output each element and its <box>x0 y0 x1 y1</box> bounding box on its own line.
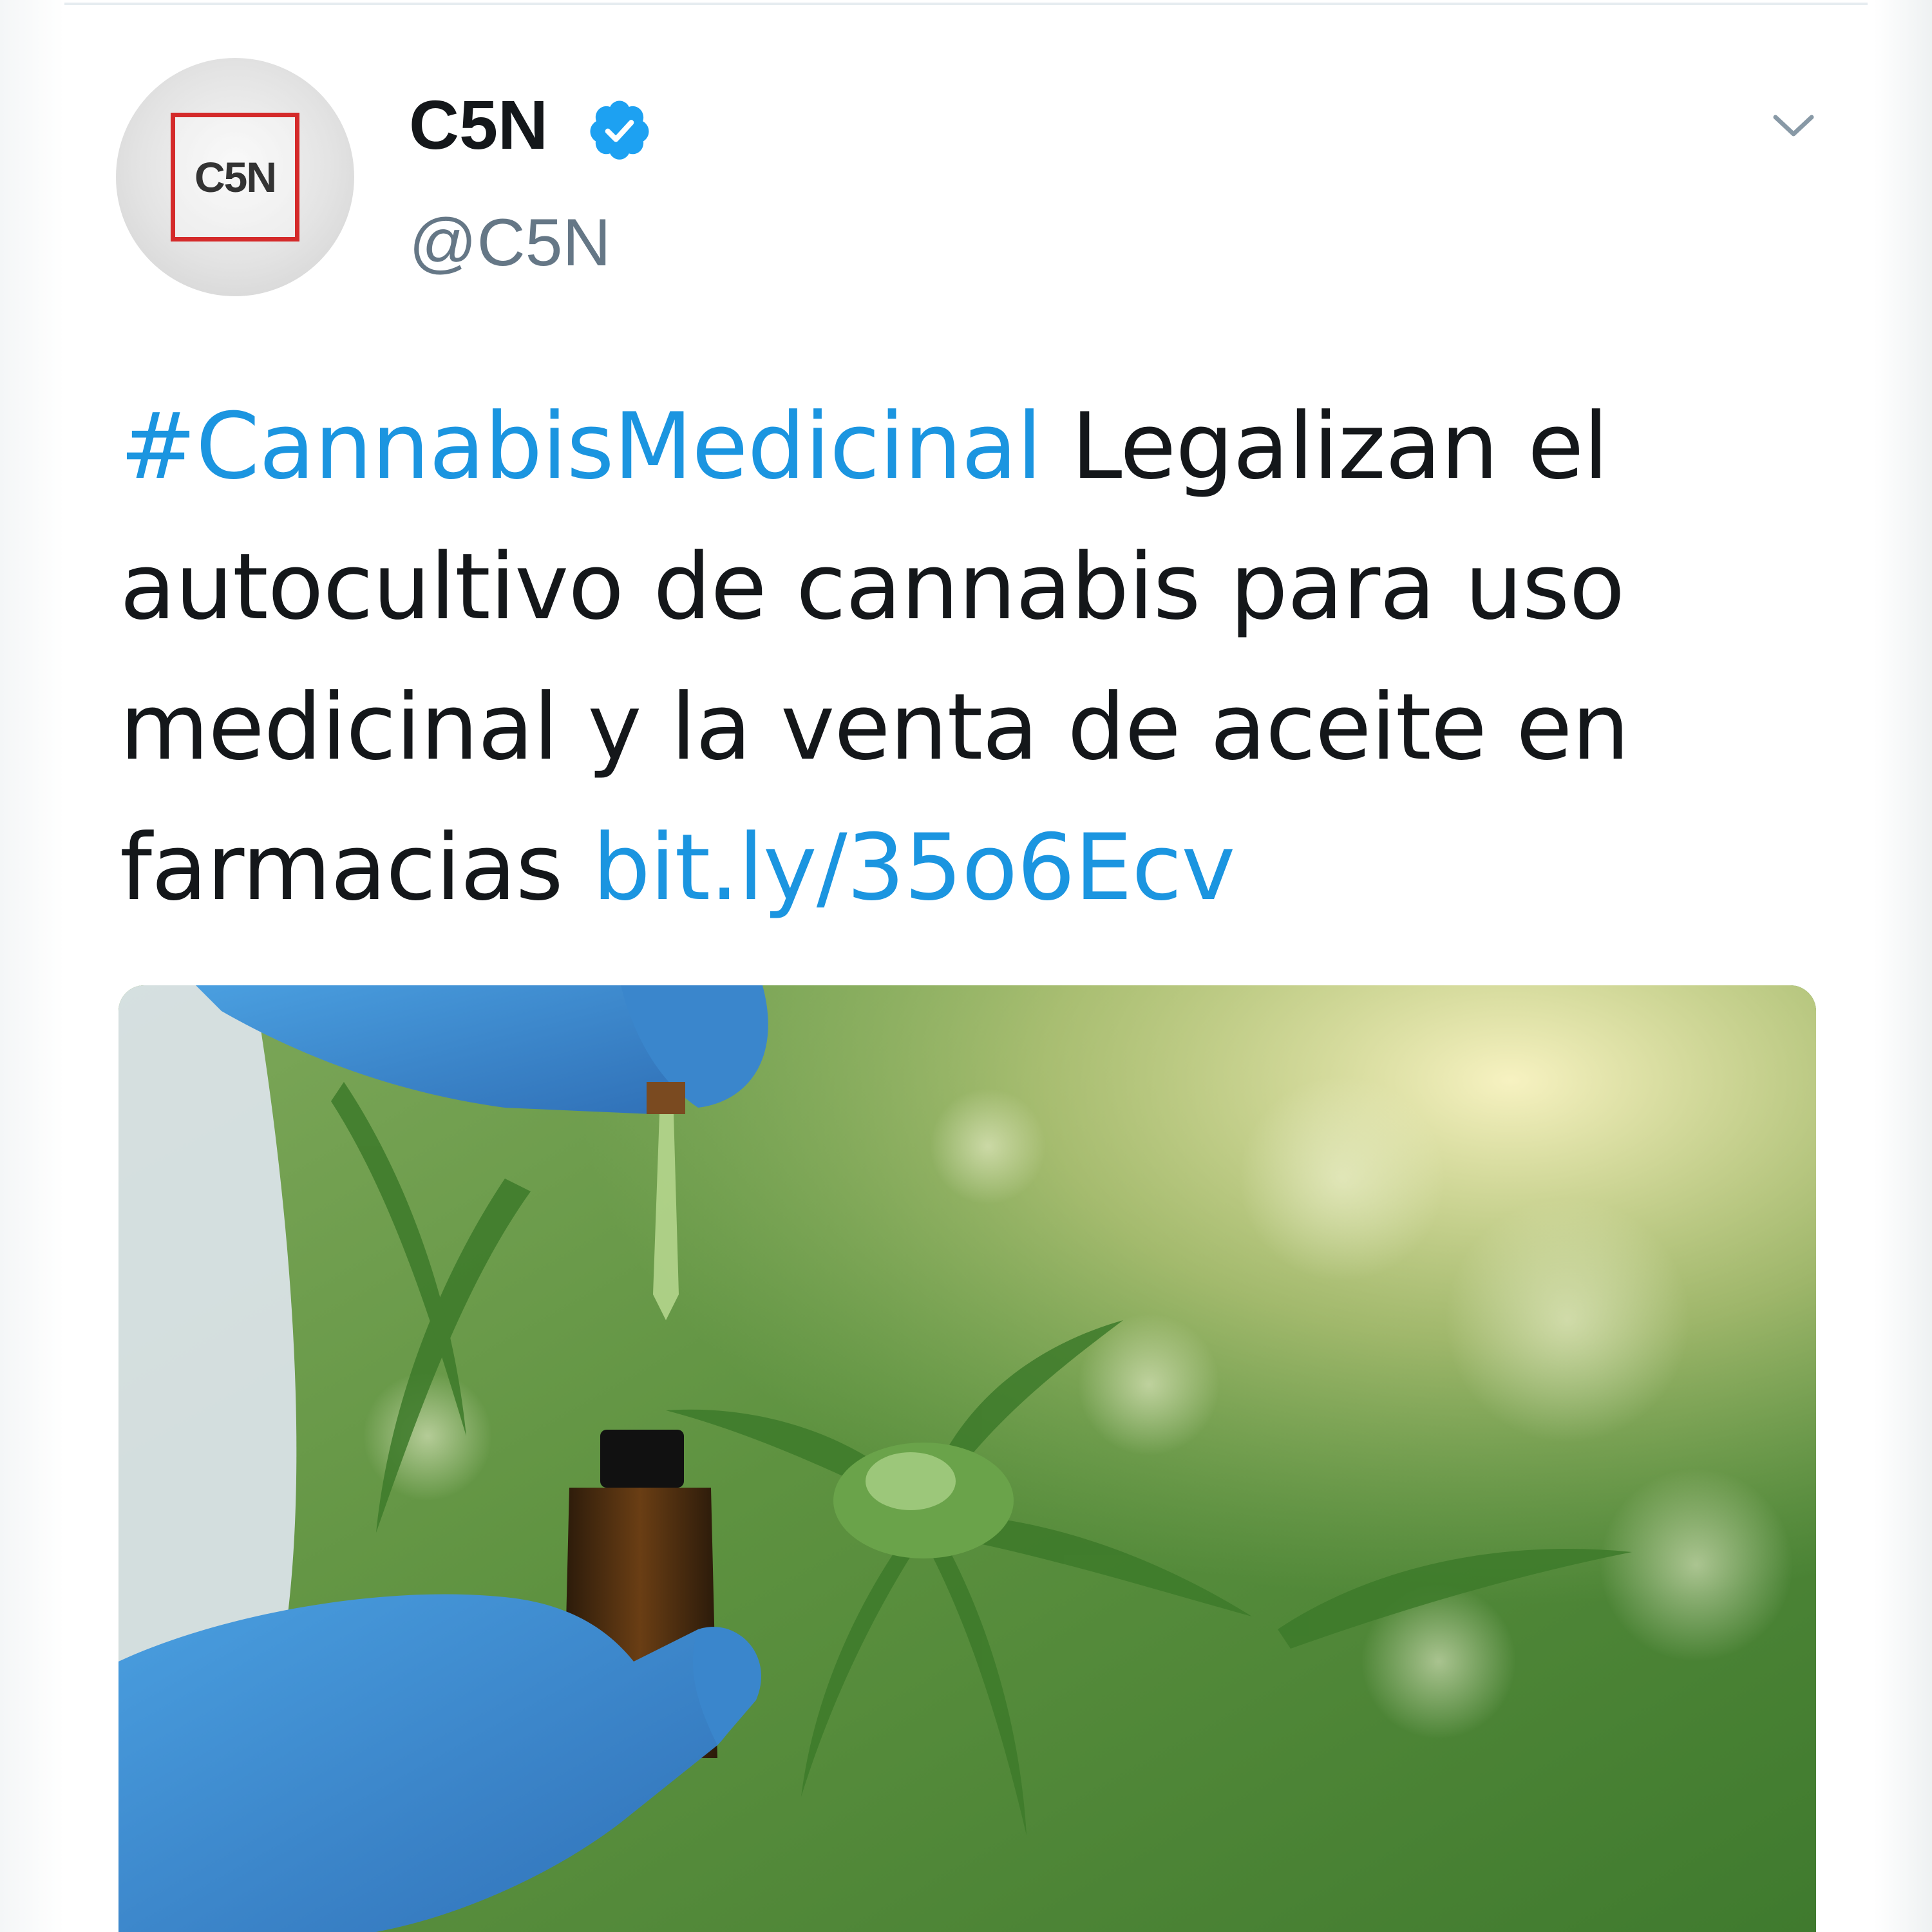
hashtag-link[interactable]: #CannabisMedicinal <box>120 393 1042 500</box>
background-edge-right <box>1874 0 1932 1932</box>
divider <box>64 3 1868 5</box>
chevron-down-icon[interactable] <box>1765 97 1823 155</box>
screenshot: C5N C5N @C5N #CannabisMedicinal Legaliza… <box>0 0 1932 1932</box>
tweet-card[interactable]: C5N C5N @C5N #CannabisMedicinal Legaliza… <box>64 6 1874 1932</box>
author-handle[interactable]: @C5N <box>409 209 611 276</box>
url-link[interactable]: bit.ly/35o6Ecv <box>592 815 1235 921</box>
c5n-logo: C5N <box>171 113 299 242</box>
logo-text: C5N <box>194 153 277 201</box>
tweet-media-image[interactable] <box>118 985 1816 1932</box>
cannabis-photo <box>118 985 1816 1932</box>
background-edge-left <box>0 0 64 1932</box>
tweet-text: #CannabisMedicinal Legalizan el autocult… <box>120 377 1826 938</box>
avatar[interactable]: C5N <box>116 58 354 296</box>
verified-badge-icon <box>590 100 649 160</box>
author-display-name[interactable]: C5N <box>409 90 548 160</box>
